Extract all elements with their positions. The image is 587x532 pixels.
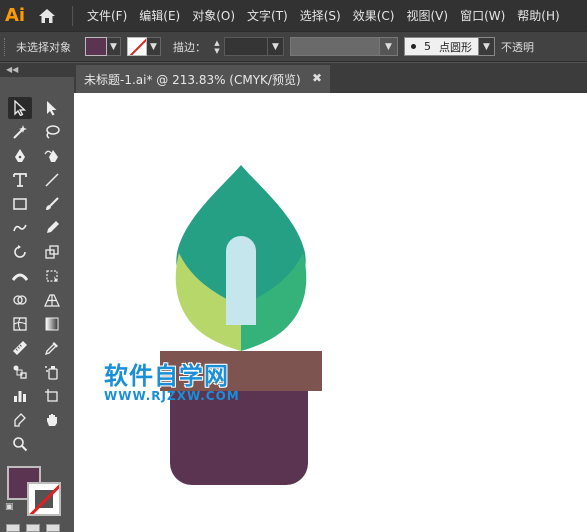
- menu-edit[interactable]: 编辑(E): [133, 7, 186, 24]
- rotate-tool-icon[interactable]: [8, 241, 32, 263]
- stroke-stepper[interactable]: ▲ ▼: [210, 37, 224, 56]
- direct-selection-tool-icon[interactable]: [40, 97, 64, 119]
- brush-size: 5: [424, 40, 431, 53]
- hand-tool-icon[interactable]: [40, 409, 64, 431]
- chevron-down-icon: ▼: [385, 41, 392, 52]
- home-icon[interactable]: [30, 0, 64, 31]
- none-mode-icon[interactable]: [46, 524, 60, 532]
- shaper-tool-icon[interactable]: [8, 217, 32, 239]
- gradient-tool-icon[interactable]: [40, 313, 64, 335]
- stem: [226, 236, 256, 325]
- blend-tool-icon[interactable]: [8, 361, 32, 383]
- slice-tool-icon[interactable]: [8, 409, 32, 431]
- document-tab-bar: 未标题-1.ai* @ 213.83% (CMYK/预览) ✖: [74, 63, 587, 93]
- round-brush-icon: [411, 44, 416, 49]
- chevron-down-icon: ▼: [483, 41, 490, 52]
- artboard-canvas[interactable]: 软件自学网 WWW.RJZXW.COM: [74, 93, 587, 532]
- opacity-label[interactable]: 不透明: [501, 39, 534, 55]
- chevron-down-icon: ▼: [110, 41, 117, 52]
- free-transform-tool-icon[interactable]: [40, 265, 64, 287]
- document-tab[interactable]: 未标题-1.ai* @ 213.83% (CMYK/预览) ✖: [76, 65, 330, 93]
- stroke-swatch[interactable]: [127, 37, 147, 56]
- stroke-label[interactable]: 描边：: [173, 39, 206, 55]
- perspective-grid-tool-icon[interactable]: [40, 289, 64, 311]
- variable-width-profile[interactable]: [290, 37, 380, 56]
- stroke-color-box[interactable]: [27, 482, 61, 516]
- chevron-down-icon: ▼: [272, 41, 279, 52]
- stroke-weight-dropdown[interactable]: ▼: [268, 37, 284, 56]
- panel-grip[interactable]: [4, 37, 8, 56]
- control-bar: 未选择对象 ▼ ▼ 描边： ▲ ▼ ▼ ▼ 5 点圆形 ▼ 不透明: [0, 31, 587, 62]
- curvature-tool-icon[interactable]: [40, 145, 64, 167]
- color-mode-row: [6, 524, 60, 532]
- watermark: 软件自学网 WWW.RJZXW.COM: [104, 356, 240, 403]
- pen-tool-icon[interactable]: [8, 145, 32, 167]
- menu-type[interactable]: 文字(T): [241, 7, 294, 24]
- close-icon[interactable]: ✖: [312, 71, 322, 85]
- line-segment-tool-icon[interactable]: [40, 169, 64, 191]
- selection-status: 未选择对象: [16, 40, 71, 54]
- brush-dropdown[interactable]: ▼: [479, 37, 495, 56]
- fill-dropdown[interactable]: ▼: [107, 37, 121, 56]
- tools-panel-header[interactable]: ◀◀: [0, 63, 74, 77]
- menu-help[interactable]: 帮助(H): [511, 7, 565, 24]
- magic-wand-tool-icon[interactable]: [8, 121, 32, 143]
- measure-tool-icon[interactable]: [8, 337, 32, 359]
- tools-panel: ↵: [0, 77, 74, 532]
- menu-view[interactable]: 视图(V): [400, 7, 454, 24]
- stroke-swatch-dropdown[interactable]: ▼: [147, 37, 161, 56]
- brush-definition[interactable]: 5 点圆形: [404, 37, 479, 56]
- rectangle-tool-icon[interactable]: [8, 193, 32, 215]
- main-menu: 文件(F) 编辑(E) 对象(O) 文字(T) 选择(S) 效果(C) 视图(V…: [81, 7, 566, 24]
- eyedropper-tool-icon[interactable]: [40, 337, 64, 359]
- mesh-tool-icon[interactable]: [8, 313, 32, 335]
- watermark-title: 软件自学网: [104, 362, 229, 390]
- width-tool-icon[interactable]: [8, 265, 32, 287]
- app-logo: Ai: [4, 5, 26, 26]
- default-colors-icon[interactable]: ▣: [5, 502, 14, 512]
- fill-swatch[interactable]: [85, 37, 107, 56]
- document-tab-title: 未标题-1.ai* @ 213.83% (CMYK/预览): [84, 72, 301, 87]
- pencil-tool-icon[interactable]: [40, 217, 64, 239]
- lasso-tool-icon[interactable]: [40, 121, 64, 143]
- menu-window[interactable]: 窗口(W): [454, 7, 511, 24]
- menu-effect[interactable]: 效果(C): [347, 7, 401, 24]
- paintbrush-tool-icon[interactable]: [40, 193, 64, 215]
- chevron-down-icon: ▼: [150, 41, 157, 52]
- stroke-weight-input[interactable]: [224, 37, 268, 56]
- chevron-down-icon[interactable]: ▼: [214, 47, 219, 55]
- menu-object[interactable]: 对象(O): [186, 7, 241, 24]
- menu-file[interactable]: 文件(F): [81, 7, 133, 24]
- chevron-up-icon[interactable]: ▲: [214, 39, 219, 47]
- profile-dropdown[interactable]: ▼: [380, 37, 398, 56]
- collapse-icon[interactable]: ◀◀: [6, 65, 18, 74]
- shape-builder-tool-icon[interactable]: [8, 289, 32, 311]
- plant-artwork[interactable]: [74, 93, 587, 532]
- brush-name: 点圆形: [439, 40, 472, 54]
- artboard-tool-icon[interactable]: [40, 385, 64, 407]
- symbol-sprayer-tool-icon[interactable]: [40, 361, 64, 383]
- color-mode-icon[interactable]: [6, 524, 20, 532]
- menu-select[interactable]: 选择(S): [294, 7, 347, 24]
- pot-body: [170, 389, 308, 485]
- selection-tool-icon[interactable]: [8, 97, 32, 119]
- gradient-mode-icon[interactable]: [26, 524, 40, 532]
- column-graph-tool-icon[interactable]: [8, 385, 32, 407]
- menu-separator: [72, 5, 73, 26]
- menu-bar: Ai 文件(F) 编辑(E) 对象(O) 文字(T) 选择(S) 效果(C) 视…: [0, 0, 587, 31]
- type-tool-icon[interactable]: [8, 169, 32, 191]
- scale-tool-icon[interactable]: [40, 241, 64, 263]
- zoom-tool-icon[interactable]: [8, 433, 32, 455]
- watermark-url: WWW.RJZXW.COM: [104, 389, 240, 403]
